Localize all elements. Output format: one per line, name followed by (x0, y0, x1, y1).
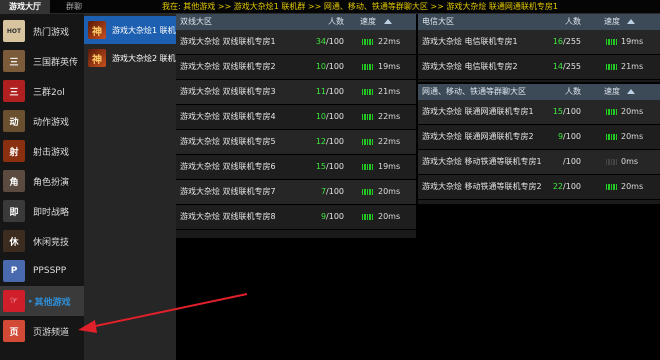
annotation-arrow (78, 293, 248, 333)
